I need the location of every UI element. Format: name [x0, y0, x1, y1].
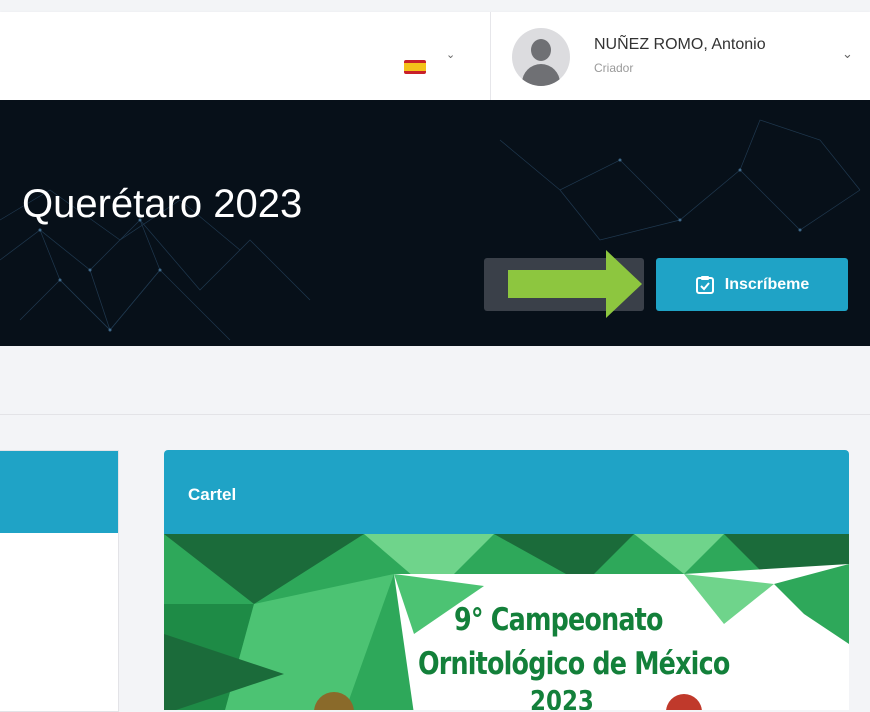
info-card-header — [0, 451, 118, 533]
poster-title-line2: Ornitológico de México — [418, 646, 730, 682]
poster-title-line3: 2023 — [530, 684, 594, 710]
poster-title-line1: 9° Campeonato — [454, 602, 663, 638]
register-button-label: Inscríbeme — [724, 275, 810, 293]
top-bar: ⌄ NUÑEZ ROMO, Antonio Criador ⌄ — [0, 12, 870, 100]
divider — [490, 12, 491, 100]
register-button[interactable]: Inscríbeme — [656, 258, 848, 311]
hero-banner: Querétaro 2023 Inscríbeme — [0, 100, 870, 346]
user-role: Criador — [594, 61, 634, 75]
green-arrow-annotation — [508, 250, 642, 318]
page-title: Querétaro 2023 — [22, 182, 303, 226]
poster-card-title: Cartel — [164, 450, 849, 534]
spain-flag-icon[interactable] — [404, 60, 426, 74]
user-menu-chevron-icon[interactable]: ⌄ — [842, 46, 853, 62]
poster-image[interactable]: 9° Campeonato Ornitológico de México 202… — [164, 534, 849, 710]
clipboard-check-icon — [695, 275, 714, 294]
section-divider — [0, 414, 870, 415]
info-card — [0, 450, 119, 712]
user-name[interactable]: NUÑEZ ROMO, Antonio — [594, 36, 766, 54]
poster-card: Cartel 9° Campeonato Ornitológico de Méx… — [164, 450, 849, 710]
avatar[interactable] — [512, 28, 570, 86]
chevron-down-icon[interactable]: ⌄ — [446, 48, 455, 61]
